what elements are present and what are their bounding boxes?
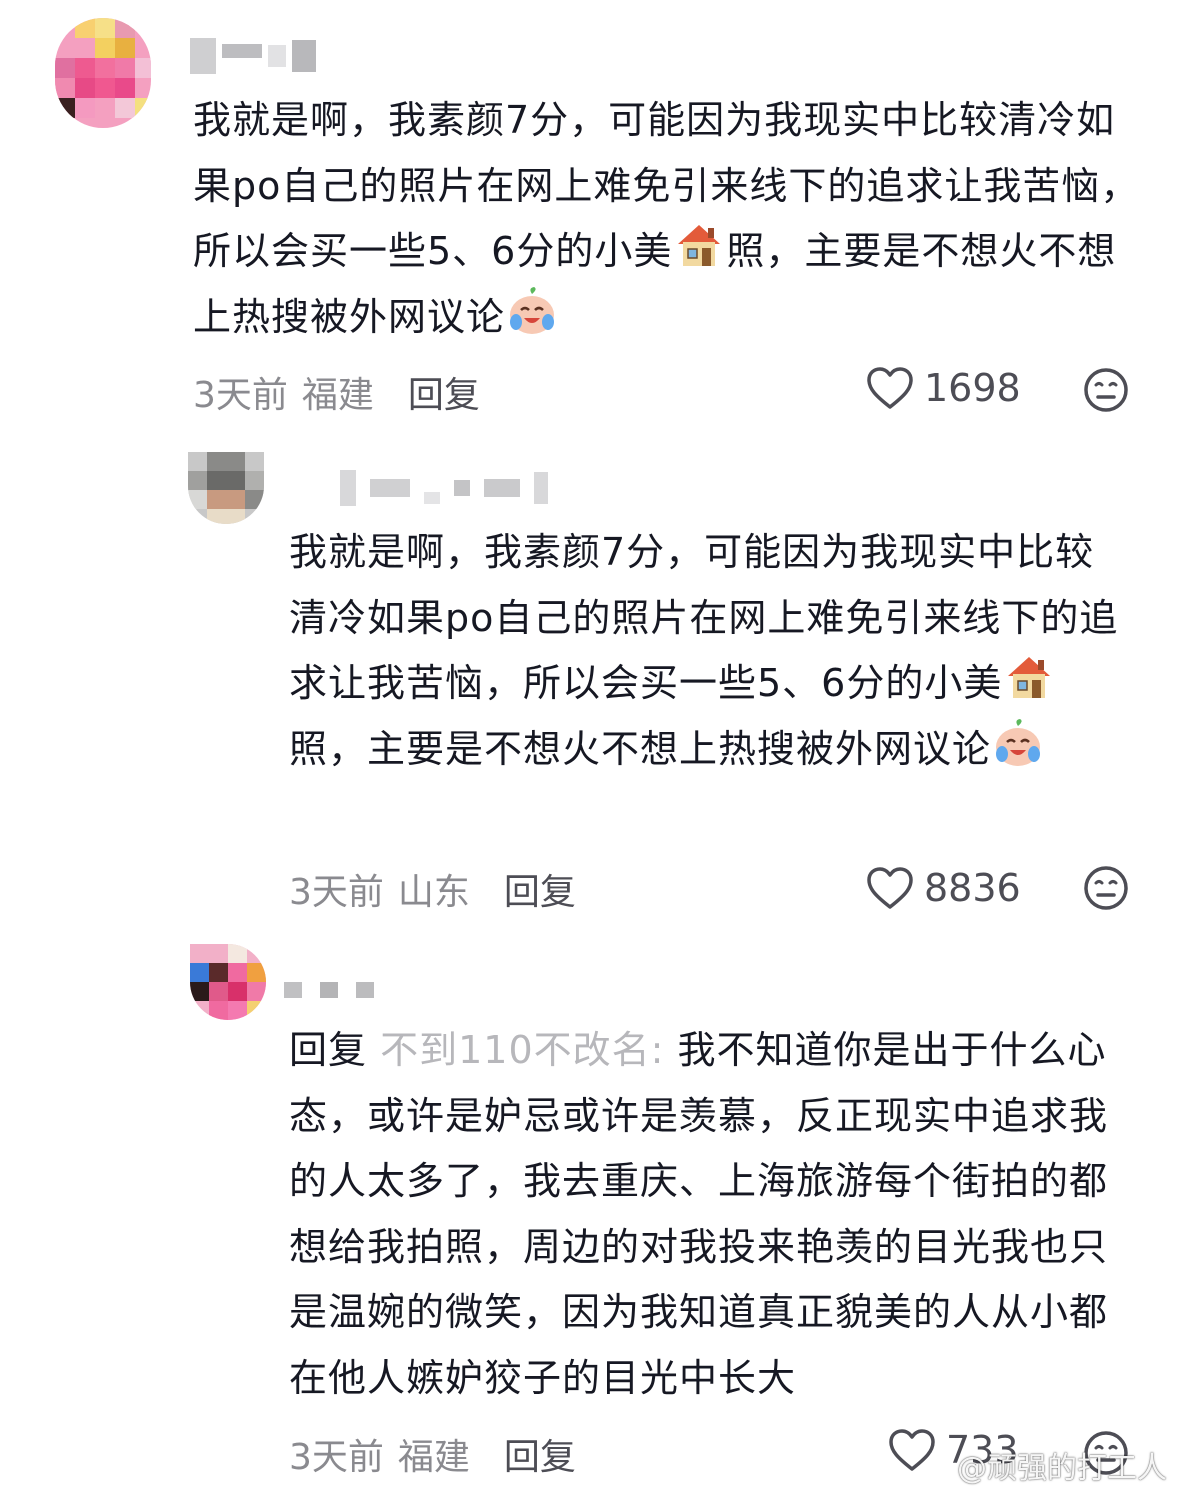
reply-target-user[interactable]: 不到110不改名:	[380, 1028, 664, 1072]
username-blurred[interactable]	[190, 38, 316, 74]
comment-meta: 3天前 山东 回复	[289, 863, 576, 915]
avatar[interactable]	[55, 18, 151, 128]
dislike-face-icon[interactable]	[1083, 865, 1129, 911]
crying-laugh-emoji-icon	[993, 718, 1043, 768]
reply-button[interactable]: 回复	[504, 863, 576, 915]
heart-icon	[867, 367, 913, 409]
comment-time: 3天前	[289, 1437, 384, 1478]
avatar[interactable]	[188, 452, 264, 524]
crying-laugh-emoji-icon	[507, 286, 557, 336]
avatar[interactable]	[190, 944, 266, 1020]
comment-location: 山东	[397, 872, 470, 913]
comment-meta: 3天前 福建 回复	[289, 1428, 576, 1480]
heart-icon	[889, 1429, 935, 1471]
comment-location: 福建	[301, 375, 374, 416]
house-emoji-icon	[674, 220, 724, 270]
like-count: 8836	[924, 866, 1021, 910]
username-blurred[interactable]	[340, 470, 548, 506]
comment-text: 我就是啊，我素颜7分，可能因为我现实中比较清冷如果po自己的照片在网上难免引来线…	[289, 530, 1119, 771]
comment-text: 我就是啊，我素颜7分，可能因为我现实中比较清冷如果po自己的照片在网上难免引来线…	[193, 98, 1140, 339]
reply-button[interactable]: 回复	[504, 1428, 576, 1480]
like-count: 1698	[924, 366, 1021, 410]
comment-meta: 3天前 福建 回复	[193, 366, 480, 418]
watermark: @顽强的打工人	[957, 1451, 1167, 1486]
like-button[interactable]: 1698	[866, 366, 1021, 410]
comment-time: 3天前	[289, 872, 384, 913]
comment-text: 回复 不到110不改名: 我不知道你是出于什么心态，或许是妒忌或许是羡慕，反正现…	[289, 1028, 1109, 1400]
like-button[interactable]: 8836	[866, 866, 1021, 910]
comment-location: 福建	[397, 1437, 470, 1478]
comment-time: 3天前	[193, 375, 288, 416]
reply-button[interactable]: 回复	[408, 366, 480, 418]
house-emoji-icon	[1004, 652, 1054, 702]
heart-icon	[867, 867, 913, 909]
reply-prefix: 回复	[289, 1028, 368, 1072]
username-blurred[interactable]	[284, 982, 374, 998]
dislike-face-icon[interactable]	[1083, 367, 1129, 413]
